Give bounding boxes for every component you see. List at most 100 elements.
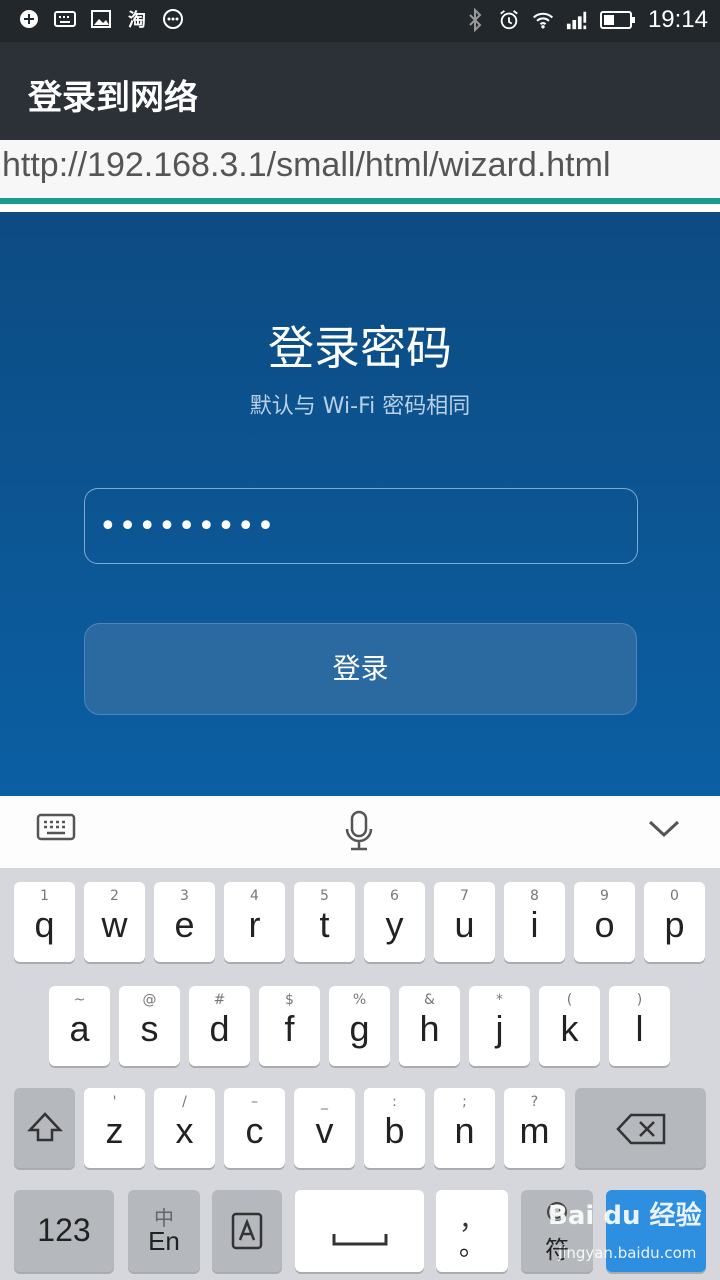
input-mode-key[interactable] bbox=[212, 1190, 282, 1272]
baidu-watermark: Bai du 经验 bbox=[548, 1201, 702, 1231]
key-hint: @ bbox=[142, 992, 157, 1008]
key-e[interactable]: 3e bbox=[154, 882, 215, 962]
wifi-icon bbox=[532, 9, 554, 31]
key-label: u bbox=[454, 904, 475, 945]
key-label: y bbox=[385, 904, 404, 945]
key-x[interactable]: / x bbox=[154, 1088, 215, 1168]
key-hint: 7 bbox=[460, 888, 469, 904]
key-label: v bbox=[315, 1110, 334, 1151]
key-hint: # bbox=[213, 992, 226, 1008]
language-switch-key[interactable]: 中 En bbox=[128, 1190, 200, 1272]
key-label: k bbox=[560, 1008, 579, 1049]
key-n[interactable]: ; n bbox=[434, 1088, 495, 1168]
key-label: l bbox=[635, 1008, 644, 1049]
key-l[interactable]: ) l bbox=[609, 986, 670, 1066]
key-label: m bbox=[519, 1110, 550, 1151]
battery-icon bbox=[599, 9, 636, 31]
key-label: q bbox=[34, 904, 55, 945]
backspace-key[interactable] bbox=[575, 1088, 706, 1168]
key-label: z bbox=[105, 1110, 124, 1151]
status-left-icons: 淘 bbox=[18, 8, 184, 31]
key-hint: & bbox=[424, 992, 435, 1008]
key-i[interactable]: 8i bbox=[504, 882, 565, 962]
key-hint: 0 bbox=[670, 888, 679, 904]
app-bar: 登录到网络 bbox=[0, 42, 720, 140]
key-label: a bbox=[69, 1008, 90, 1049]
page-title: 登录到网络 bbox=[28, 78, 198, 118]
keyboard-toolbar bbox=[0, 796, 720, 869]
key-hint: 2 bbox=[110, 888, 119, 904]
alarm-icon bbox=[498, 9, 520, 31]
key-w[interactable]: 2w bbox=[84, 882, 145, 962]
baidu-watermark-url: jingyan.baidu.com bbox=[558, 1244, 697, 1262]
key-label: w bbox=[101, 904, 128, 945]
key-d[interactable]: # d bbox=[189, 986, 250, 1066]
shift-key[interactable] bbox=[14, 1088, 75, 1168]
password-field[interactable] bbox=[84, 488, 638, 564]
key-g[interactable]: % g bbox=[329, 986, 390, 1066]
key-label: o bbox=[594, 904, 615, 945]
key-label: f bbox=[284, 1008, 295, 1049]
key-hint: 4 bbox=[250, 888, 259, 904]
key-b[interactable]: :b bbox=[364, 1088, 425, 1168]
more-icon bbox=[162, 8, 184, 30]
key-label: r bbox=[248, 904, 261, 945]
key-hint: 5 bbox=[320, 888, 329, 904]
key-label: x bbox=[175, 1110, 194, 1151]
key-hint: : bbox=[392, 1094, 397, 1110]
key-k[interactable]: (k bbox=[539, 986, 600, 1066]
login-button[interactable]: 登录 bbox=[84, 623, 637, 715]
key-o[interactable]: 9o bbox=[574, 882, 635, 962]
key-hint: ' bbox=[112, 1094, 117, 1110]
key-hint: ? bbox=[530, 1094, 539, 1110]
key-hint: * bbox=[496, 992, 503, 1008]
key-t[interactable]: 5t bbox=[294, 882, 355, 962]
key-a[interactable]: ~ a bbox=[49, 986, 110, 1066]
key-label: j bbox=[495, 1008, 504, 1049]
key-c[interactable]: – c bbox=[224, 1088, 285, 1168]
key-v[interactable]: _ v bbox=[294, 1088, 355, 1168]
taobao-icon: 淘 bbox=[128, 10, 146, 31]
key-label: h bbox=[419, 1008, 440, 1049]
key-m[interactable]: ? m bbox=[504, 1088, 565, 1168]
key-r[interactable]: 4r bbox=[224, 882, 285, 962]
key-hint: 3 bbox=[180, 888, 189, 904]
url-text[interactable]: http://192.168.3.1/small/html/wizard.htm… bbox=[2, 146, 611, 185]
key-h[interactable]: & h bbox=[399, 986, 460, 1066]
image-icon bbox=[90, 8, 112, 30]
key-label: g bbox=[349, 1008, 370, 1049]
key-label: i bbox=[530, 904, 539, 945]
keyboard-layout-icon[interactable] bbox=[36, 810, 80, 854]
numbers-key[interactable]: 123 bbox=[14, 1190, 114, 1272]
key-u[interactable]: 7u bbox=[434, 882, 495, 962]
key-hint: / bbox=[182, 1094, 187, 1110]
keyboard-icon bbox=[54, 8, 76, 30]
key-label: s bbox=[140, 1008, 159, 1049]
chevron-down-icon[interactable] bbox=[644, 810, 688, 854]
key-label: c bbox=[245, 1110, 264, 1151]
key-hint: 9 bbox=[600, 888, 609, 904]
key-label: n bbox=[454, 1110, 475, 1151]
key-s[interactable]: @ s bbox=[119, 986, 180, 1066]
key-j[interactable]: * j bbox=[469, 986, 530, 1066]
key-hint: 6 bbox=[390, 888, 399, 904]
key-q[interactable]: 1q bbox=[14, 882, 75, 962]
key-f[interactable]: $ f bbox=[259, 986, 320, 1066]
punctuation-key[interactable]: ， 。 bbox=[436, 1190, 508, 1272]
login-title: 登录密码 bbox=[268, 321, 452, 375]
key-z[interactable]: ' z bbox=[84, 1088, 145, 1168]
url-bar[interactable]: http://192.168.3.1/small/html/wizard.htm… bbox=[0, 140, 720, 198]
key-p[interactable]: 0p bbox=[644, 882, 705, 962]
microphone-icon[interactable] bbox=[339, 810, 383, 854]
key-hint: ~ bbox=[73, 992, 86, 1008]
space-key[interactable] bbox=[295, 1190, 424, 1272]
login-subtitle: 默认与 Wi-Fi 密码相同 bbox=[249, 394, 471, 419]
bluetooth-icon bbox=[464, 8, 486, 32]
clock: 19:14 bbox=[647, 6, 708, 33]
key-y[interactable]: 6y bbox=[364, 882, 425, 962]
key-hint: – bbox=[251, 1094, 258, 1110]
key-hint: ( bbox=[566, 992, 573, 1008]
key-label: b bbox=[384, 1110, 405, 1151]
key-label: p bbox=[664, 904, 685, 945]
status-bar: 淘 19:14 bbox=[0, 0, 720, 42]
